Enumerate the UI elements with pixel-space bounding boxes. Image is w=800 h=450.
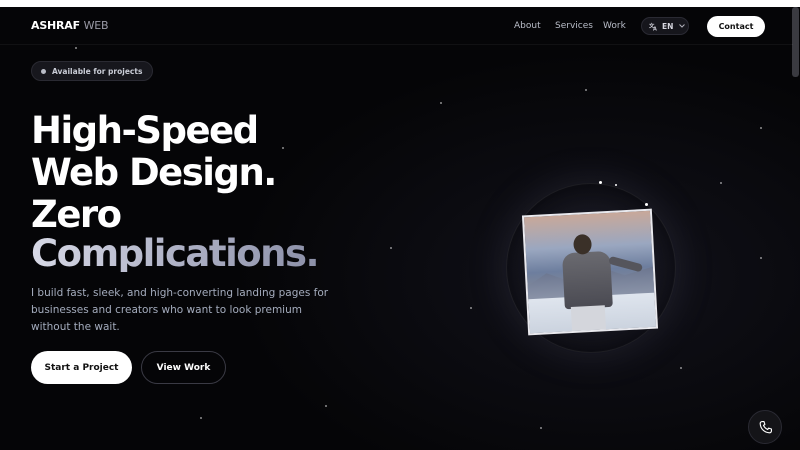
headline-line-3: Zero: [31, 193, 122, 236]
headline-line-2: Web Design.: [31, 151, 277, 194]
contact-button[interactable]: Contact: [707, 16, 765, 37]
language-selector[interactable]: 文A EN: [641, 17, 689, 35]
hero-subtitle: I build fast, sleek, and high-converting…: [31, 287, 329, 333]
translate-icon: 文A: [649, 22, 658, 31]
portrait-photo: [521, 208, 659, 336]
logo-secondary: WEB: [83, 19, 109, 32]
sparkle-icon: [599, 181, 602, 184]
sparkle-icon: [645, 203, 648, 206]
headline-line-1: High-Speed: [31, 109, 259, 152]
availability-badge: Available for projects: [31, 61, 154, 81]
scrollbar[interactable]: [792, 7, 799, 77]
nav-link-work[interactable]: Work: [603, 21, 626, 31]
start-project-button[interactable]: Start a Project: [31, 351, 132, 384]
headline-line-4: Complications.: [31, 232, 320, 275]
call-button[interactable]: [748, 410, 782, 444]
chevron-down-icon: [679, 23, 686, 30]
status-dot: [41, 68, 46, 74]
landing-page: ASHRAF WEB About Services Work 文A EN Con…: [0, 7, 800, 450]
svg-text:A: A: [653, 26, 657, 30]
availability-label: Available for projects: [52, 66, 143, 76]
sparkle-icon: [615, 184, 617, 186]
logo-primary: ASHRAF: [31, 19, 80, 32]
nav-link-services[interactable]: Services: [555, 21, 593, 31]
logo[interactable]: ASHRAF WEB: [31, 19, 109, 32]
top-navigation: ASHRAF WEB About Services Work 文A EN Con…: [0, 7, 793, 45]
language-label: EN: [662, 21, 674, 31]
phone-icon: [758, 420, 773, 435]
nav-link-about[interactable]: About: [514, 21, 541, 31]
view-work-button[interactable]: View Work: [141, 351, 226, 384]
